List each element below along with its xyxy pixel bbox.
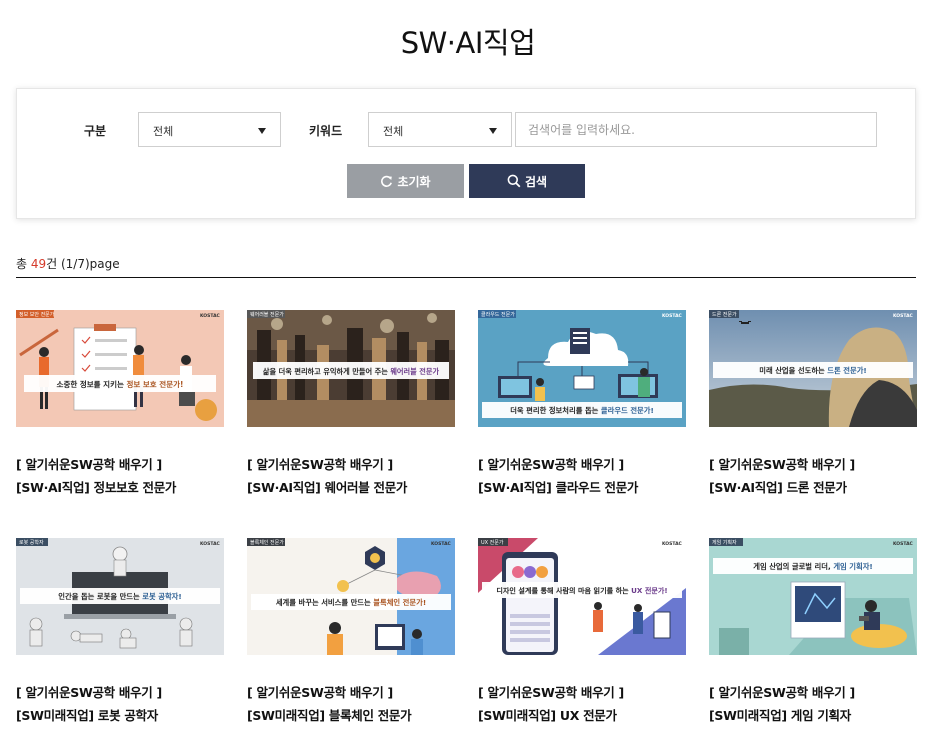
card-job-title[interactable]: [SW미래직업] 로봇 공학자 <box>16 704 231 727</box>
thumbnail-caption: 인간을 돕는 로봇을 만드는 <box>58 592 142 601</box>
thumbnail-logo: KOSTAC <box>662 313 683 319</box>
result-count-suffix: 건 (1/7)page <box>46 257 120 271</box>
keyword-label: 키워드 <box>309 124 343 138</box>
card-job-title[interactable]: [SW미래직업] 게임 기획자 <box>709 704 924 727</box>
thumbnail-caption: 더욱 편리한 정보처리를 돕는 <box>510 406 601 415</box>
card-thumbnail[interactable]: 인간을 돕는 로봇을 만드는 로봇 공학자! 로봇 공학자 KOSTAC <box>16 538 224 655</box>
card-series[interactable]: [ 알기쉬운SW공학 배우기 ] <box>247 453 462 476</box>
svg-text:디자인 설계를 통해 사람의 마음 읽기를 하는 UX 전문: 디자인 설계를 통해 사람의 마음 읽기를 하는 UX 전문가! <box>496 586 667 595</box>
svg-text:더욱 편리한 정보처리를 돕는 클라우드 전문가!: 더욱 편리한 정보처리를 돕는 클라우드 전문가! <box>510 406 654 415</box>
svg-text:삶을 더욱 편리하고 유익하게 만들어 주는 웨어러블 전문: 삶을 더욱 편리하고 유익하게 만들어 주는 웨어러블 전문가 <box>263 367 440 376</box>
svg-text:미래 산업을 선도하는 드론 전문가!: 미래 산업을 선도하는 드론 전문가! <box>759 366 866 375</box>
reset-button[interactable]: 초기화 <box>347 164 464 198</box>
card-series[interactable]: [ 알기쉬운SW공학 배우기 ] <box>478 681 693 704</box>
thumbnail-logo: KOSTAC <box>200 541 221 547</box>
card-job-title[interactable]: [SW·AI직업] 웨어러블 전문가 <box>247 476 462 499</box>
thumbnail-logo: KOSTAC <box>893 541 914 547</box>
caret-down-icon <box>258 128 266 134</box>
card-thumbnail[interactable]: 더욱 편리한 정보처리를 돕는 클라우드 전문가! 클라우드 전문가 KOSTA… <box>478 310 686 427</box>
thumbnail-caption: 삶을 더욱 편리하고 유익하게 만들어 주는 <box>263 367 390 376</box>
thumbnail-badge: 드론 전문가 <box>712 311 737 318</box>
thumbnail-badge: 게임 기획자 <box>712 539 737 546</box>
thumbnail-badge: 로봇 공학자 <box>19 539 44 546</box>
keyword-select-value: 전체 <box>383 125 404 138</box>
keyword-select[interactable]: 전체 <box>368 112 512 147</box>
card-title[interactable]: [ 알기쉬운SW공학 배우기 ] [SW·AI직업] 정보보호 전문가 <box>16 453 231 499</box>
card-series[interactable]: [ 알기쉬운SW공학 배우기 ] <box>709 681 924 704</box>
svg-text:인간을 돕는 로봇을 만드는 로봇 공학자!: 인간을 돕는 로봇을 만드는 로봇 공학자! <box>58 592 181 601</box>
thumbnail-badge: 클라우드 전문가 <box>481 311 515 318</box>
thumbnail-logo: KOSTAC <box>662 541 683 547</box>
thumbnail-caption: 게임 산업의 글로벌 리더, <box>753 562 833 571</box>
card-series[interactable]: [ 알기쉬운SW공학 배우기 ] <box>247 681 462 704</box>
card-series[interactable]: [ 알기쉬운SW공학 배우기 ] <box>709 453 924 476</box>
svg-text:게임 산업의 글로벌 리더, 게임 기획자!: 게임 산업의 글로벌 리더, 게임 기획자! <box>753 562 873 571</box>
category-select-value: 전체 <box>153 125 174 138</box>
card-thumbnail[interactable]: 게임 산업의 글로벌 리더, 게임 기획자! 게임 기획자 KOSTAC <box>709 538 917 655</box>
thumbnail-caption-highlight: 게임 기획자! <box>833 562 872 571</box>
thumbnail-caption-highlight: 드론 전문가! <box>827 366 866 375</box>
result-count-number: 49 <box>30 257 47 271</box>
search-input[interactable] <box>515 112 877 147</box>
card-title[interactable]: [ 알기쉬운SW공학 배우기 ] [SW·AI직업] 웨어러블 전문가 <box>247 453 462 499</box>
caret-down-icon <box>489 128 497 134</box>
page-title: SW·AI직업 <box>400 26 536 60</box>
reset-button-label: 초기화 <box>397 174 431 189</box>
thumbnail-logo: KOSTAC <box>893 313 914 319</box>
category-label: 구분 <box>84 124 107 138</box>
card-title[interactable]: [ 알기쉬운SW공학 배우기 ] [SW미래직업] 블록체인 전문가 <box>247 681 462 727</box>
card-thumbnail[interactable]: 디자인 설계를 통해 사람의 마음 읽기를 하는 UX 전문가! UX 전문가 … <box>478 538 686 655</box>
search-button[interactable]: 검색 <box>469 164 585 198</box>
card-title[interactable]: [ 알기쉬운SW공학 배우기 ] [SW미래직업] UX 전문가 <box>478 681 693 727</box>
thumbnail-badge: UX 전문가 <box>481 539 504 546</box>
card-job-title[interactable]: [SW미래직업] UX 전문가 <box>478 704 693 727</box>
thumbnail-badge: 정보 보안 전문가 <box>19 311 55 318</box>
search-button-label: 검색 <box>524 174 548 189</box>
thumbnail-caption-highlight: 블록체인 전문가! <box>373 598 426 607</box>
thumbnail-caption: 미래 산업을 선도하는 <box>759 366 827 375</box>
thumbnail-caption-highlight: 클라우드 전문가! <box>601 406 654 415</box>
card-job-title[interactable]: [SW미래직업] 블록체인 전문가 <box>247 704 462 727</box>
thumbnail-caption-highlight: UX 전문가! <box>631 586 668 595</box>
card-series[interactable]: [ 알기쉬운SW공학 배우기 ] <box>478 453 693 476</box>
refresh-icon <box>380 175 393 188</box>
divider <box>16 277 916 278</box>
svg-text:소중한 정보를 지키는 정보 보호 전문가!: 소중한 정보를 지키는 정보 보호 전문가! <box>57 379 184 389</box>
card-job-title[interactable]: [SW·AI직업] 정보보호 전문가 <box>16 476 231 499</box>
thumbnail-caption-highlight: 정보 보호 전문가! <box>126 379 183 389</box>
category-select[interactable]: 전체 <box>138 112 281 147</box>
thumbnail-caption: 세계를 바꾸는 서비스를 만드는 <box>276 598 373 607</box>
search-icon <box>507 174 521 188</box>
card-series[interactable]: [ 알기쉬운SW공학 배우기 ] <box>16 453 231 476</box>
card-title[interactable]: [ 알기쉬운SW공학 배우기 ] [SW·AI직업] 드론 전문가 <box>709 453 924 499</box>
thumbnail-caption-highlight: 웨어러블 전문가 <box>390 367 439 376</box>
card-job-title[interactable]: [SW·AI직업] 드론 전문가 <box>709 476 924 499</box>
thumbnail-badge: 웨어러블 전문가 <box>250 311 284 318</box>
card-title[interactable]: [ 알기쉬운SW공학 배우기 ] [SW미래직업] 게임 기획자 <box>709 681 924 727</box>
card-job-title[interactable]: [SW·AI직업] 클라우드 전문가 <box>478 476 693 499</box>
thumbnail-logo: KOSTAC <box>200 313 221 319</box>
thumbnail-caption-highlight: 로봇 공학자! <box>142 592 181 601</box>
card-title[interactable]: [ 알기쉬운SW공학 배우기 ] [SW미래직업] 로봇 공학자 <box>16 681 231 727</box>
card-title[interactable]: [ 알기쉬운SW공학 배우기 ] [SW·AI직업] 클라우드 전문가 <box>478 453 693 499</box>
svg-text:세계를 바꾸는 서비스를 만드는 블록체인 전문가!: 세계를 바꾸는 서비스를 만드는 블록체인 전문가! <box>276 598 426 607</box>
card-thumbnail[interactable]: 소중한 정보를 지키는 정보 보호 전문가! 정보 보안 전문가 KOSTAC <box>16 310 224 427</box>
search-panel: 구분 전체 키워드 전체 초기화 검색 <box>16 88 916 219</box>
card-thumbnail[interactable]: 미래 산업을 선도하는 드론 전문가! 드론 전문가 KOSTAC <box>709 310 917 427</box>
thumbnail-caption: 소중한 정보를 지키는 <box>57 379 127 389</box>
result-count: 총 49건 (1/7)page <box>16 255 120 272</box>
card-thumbnail[interactable]: 삶을 더욱 편리하고 유익하게 만들어 주는 웨어러블 전문가 웨어러블 전문가 <box>247 310 455 427</box>
thumbnail-logo: KOSTAC <box>431 541 452 547</box>
thumbnail-badge: 블록체인 전문가 <box>250 539 284 546</box>
thumbnail-caption: 디자인 설계를 통해 사람의 마음 읽기를 하는 <box>496 586 631 595</box>
card-thumbnail[interactable]: 세계를 바꾸는 서비스를 만드는 블록체인 전문가! 블록체인 전문가 KOST… <box>247 538 455 655</box>
card-series[interactable]: [ 알기쉬운SW공학 배우기 ] <box>16 681 231 704</box>
result-count-prefix: 총 <box>16 257 31 271</box>
